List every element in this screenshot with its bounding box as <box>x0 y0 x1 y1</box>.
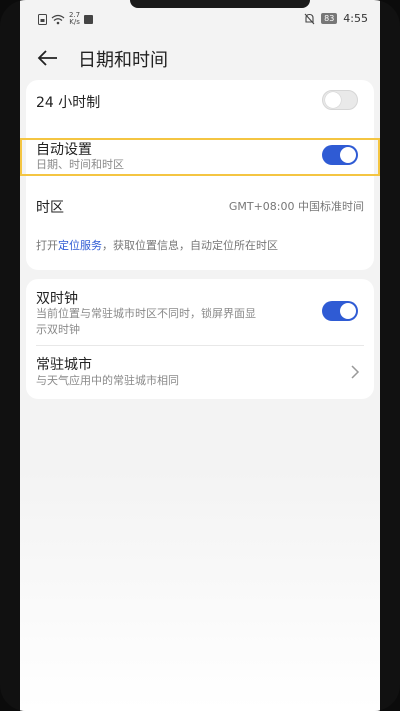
toggle-knob <box>340 303 356 319</box>
phone-frame: 2.7 K/s 83 4:55 日期和时间 24 小时制 自动设置 日期、时间和… <box>0 0 400 711</box>
clock: 4:55 <box>343 12 368 25</box>
back-arrow-icon[interactable] <box>36 46 60 70</box>
auto-set-label: 自动设置 <box>36 142 92 158</box>
dual-clock-sub: 当前位置与常驻城市时区不同时，锁屏界面显 示双时钟 <box>36 306 256 338</box>
status-left: 2.7 K/s <box>38 12 94 26</box>
location-hint: 打开定位服务，获取位置信息，自动定位所在时区 <box>36 238 278 254</box>
chevron-right-icon <box>351 365 360 379</box>
toggle-knob <box>325 92 341 108</box>
dual-clock-card: 双时钟 当前位置与常驻城市时区不同时，锁屏界面显 示双时钟 常驻城市 与天气应用… <box>26 279 374 399</box>
dual-clock-row[interactable]: 双时钟 当前位置与常驻城市时区不同时，锁屏界面显 示双时钟 <box>26 285 374 341</box>
hour24-row[interactable]: 24 小时制 <box>26 80 374 122</box>
hour24-toggle[interactable] <box>322 90 358 110</box>
network-speed: 2.7 K/s <box>69 12 80 26</box>
location-hint-prefix: 打开 <box>36 239 58 252</box>
location-service-link[interactable]: 定位服务 <box>58 239 102 252</box>
datetime-settings-card: 24 小时制 自动设置 日期、时间和时区 时区 GMT+08:00 中国标准时间… <box>26 80 374 270</box>
sim-icon <box>38 13 47 25</box>
speed-unit: K/s <box>69 18 80 26</box>
dual-clock-sub-line1: 当前位置与常驻城市时区不同时，锁屏界面显 <box>36 307 256 320</box>
auto-set-sub: 日期、时间和时区 <box>36 158 124 171</box>
home-city-label: 常驻城市 <box>36 357 92 373</box>
bell-muted-icon <box>304 13 315 24</box>
timezone-row[interactable]: 时区 GMT+08:00 中国标准时间 <box>26 188 374 224</box>
toggle-knob <box>340 147 356 163</box>
background-fade <box>20 470 380 711</box>
hour24-label: 24 小时制 <box>36 95 101 111</box>
dual-clock-label: 双时钟 <box>36 291 78 307</box>
auto-set-row[interactable]: 自动设置 日期、时间和时区 <box>26 136 374 176</box>
timezone-label: 时区 <box>36 200 64 216</box>
status-bar: 2.7 K/s 83 4:55 <box>20 12 380 30</box>
timezone-value: GMT+08:00 中国标准时间 <box>228 200 364 213</box>
battery-indicator: 83 <box>321 13 338 24</box>
row-divider <box>36 345 364 346</box>
dual-clock-sub-line2: 示双时钟 <box>36 323 80 336</box>
notification-square-icon <box>84 14 94 24</box>
notch <box>130 0 310 8</box>
auto-set-toggle[interactable] <box>322 145 358 165</box>
wifi-icon <box>51 14 65 24</box>
screen: 2.7 K/s 83 4:55 日期和时间 24 小时制 自动设置 日期、时间和… <box>20 0 380 711</box>
app-header: 日期和时间 <box>20 40 380 76</box>
home-city-row[interactable]: 常驻城市 与天气应用中的常驻城市相同 <box>26 351 374 395</box>
home-city-sub: 与天气应用中的常驻城市相同 <box>36 374 179 387</box>
page-title: 日期和时间 <box>78 50 168 71</box>
location-hint-suffix: ，获取位置信息，自动定位所在时区 <box>102 239 278 252</box>
dual-clock-toggle[interactable] <box>322 301 358 321</box>
status-right: 83 4:55 <box>304 12 368 25</box>
